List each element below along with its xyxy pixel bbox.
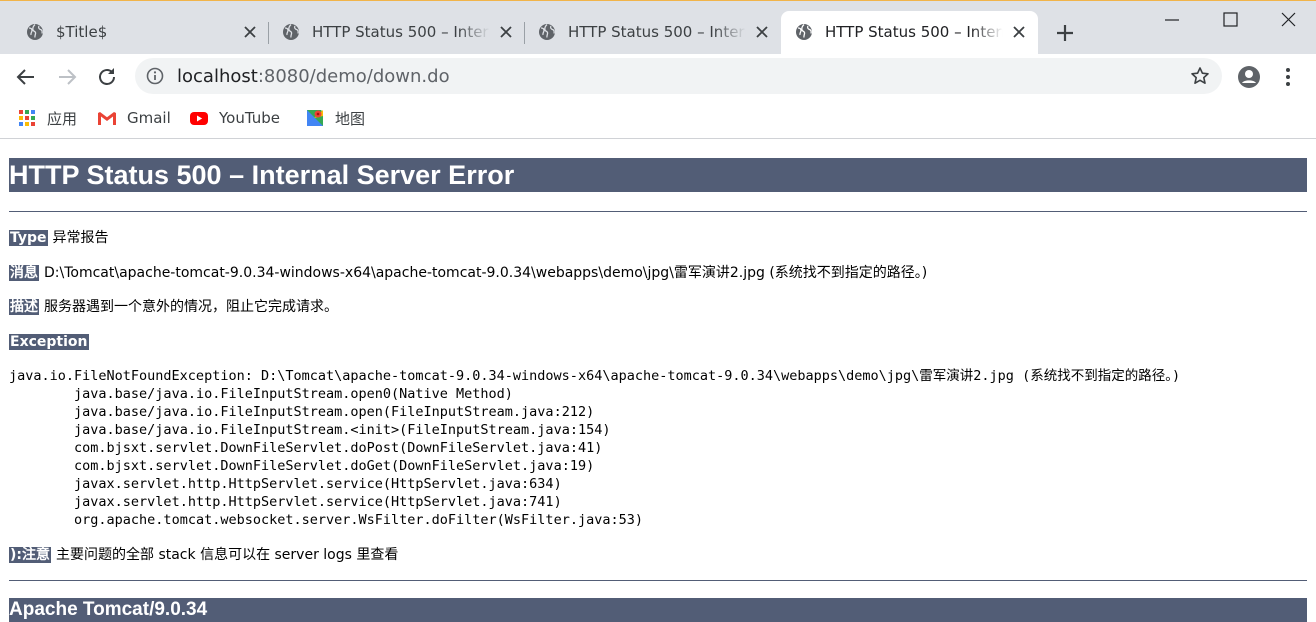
bookmark-label: 地图 [335, 109, 366, 128]
divider [9, 580, 1307, 581]
tab-3[interactable]: HTTP Status 500 – Internal Server Error [524, 11, 781, 54]
gmail-icon [98, 112, 116, 125]
tab-4-active[interactable]: HTTP Status 500 – Internal Server Error [781, 11, 1038, 54]
divider [9, 211, 1307, 212]
more-menu-icon[interactable] [1278, 64, 1298, 90]
bookmark-star-icon[interactable] [1190, 66, 1210, 86]
bookmark-label: Gmail [127, 109, 171, 127]
message-row: 消息 D:\Tomcat\apache-tomcat-9.0.34-windows… [9, 264, 927, 282]
message-value: D:\Tomcat\apache-tomcat-9.0.34-windows-x… [44, 265, 928, 281]
tab-title: $Title$ [56, 23, 108, 41]
error-heading: HTTP Status 500 – Internal Server Error [9, 158, 1307, 192]
bookmark-gmail[interactable]: Gmail [97, 108, 171, 128]
description-value: 服务器遇到一个意外的情况，阻止它完成请求。 [44, 299, 338, 315]
forward-arrow-icon[interactable] [54, 64, 80, 90]
exception-label: Exception [9, 334, 89, 350]
exception-row: Exception [9, 333, 89, 351]
close-tab-icon[interactable] [497, 23, 515, 41]
close-tab-icon[interactable] [753, 23, 771, 41]
globe-icon [283, 24, 299, 40]
note-value: 主要问题的全部 stack 信息可以在 server logs 里查看 [56, 547, 399, 563]
type-row: Type 异常报告 [9, 229, 109, 247]
tab-title: HTTP Status 500 – Internal Server Error [825, 23, 1003, 41]
bookmark-label: 应用 [47, 109, 78, 128]
tab-1[interactable]: $Title$ [12, 11, 269, 54]
new-tab-plus-icon[interactable] [1052, 20, 1078, 46]
bookmark-label: YouTube [219, 109, 280, 127]
tab-2[interactable]: HTTP Status 500 – Internal Server Error [268, 11, 525, 54]
server-footer: Apache Tomcat/9.0.34 [9, 598, 1307, 622]
maximize-icon[interactable] [1210, 6, 1250, 34]
note-label: ):注意 [9, 547, 51, 563]
description-row: 描述 服务器遇到一个意外的情况，阻止它完成请求。 [9, 298, 338, 316]
bookmark-maps[interactable]: 地图 [305, 108, 365, 128]
tab-title: HTTP Status 500 – Internal Server Error [568, 23, 746, 41]
close-tab-icon[interactable] [1010, 23, 1028, 41]
url-text[interactable]: localhost:8080/demo/down.do [177, 66, 450, 87]
description-label: 描述 [9, 299, 39, 315]
bookmark-apps[interactable]: 应用 [17, 108, 77, 128]
globe-icon [27, 24, 43, 40]
maps-icon [307, 110, 323, 126]
note-row: ):注意 主要问题的全部 stack 信息可以在 server logs 里查看 [9, 546, 398, 564]
message-label: 消息 [9, 265, 39, 281]
address-bar[interactable]: localhost:8080/demo/down.do [135, 58, 1222, 94]
url-host: localhost [177, 66, 258, 87]
reload-icon[interactable] [94, 64, 120, 90]
globe-icon [539, 24, 555, 40]
type-value: 异常报告 [52, 230, 109, 246]
page-content: HTTP Status 500 – Internal Server Error … [0, 140, 1316, 622]
close-tab-icon[interactable] [241, 23, 259, 41]
globe-icon [796, 24, 812, 40]
bookmarks-bar: 应用 Gmail YouTube 地图 [0, 99, 1316, 139]
window-close-icon[interactable] [1268, 6, 1308, 34]
apps-grid-icon [19, 110, 35, 126]
type-label: Type [9, 230, 48, 246]
back-arrow-icon[interactable] [13, 64, 39, 90]
site-info-icon[interactable] [146, 67, 164, 85]
window-top-accent [0, 0, 1316, 1]
account-avatar-icon[interactable] [1236, 64, 1262, 90]
bookmark-youtube[interactable]: YouTube [189, 108, 280, 128]
url-path: :8080/demo/down.do [257, 66, 450, 87]
minimize-icon[interactable] [1152, 6, 1192, 34]
youtube-icon [190, 112, 208, 125]
tab-strip: $Title$ HTTP Status 500 – Internal Serve… [0, 0, 1316, 54]
browser-toolbar: localhost:8080/demo/down.do [0, 54, 1316, 99]
stack-trace: java.io.FileNotFoundException: D:\Tomcat… [9, 368, 1181, 528]
tab-title: HTTP Status 500 – Internal Server Error [312, 23, 490, 41]
